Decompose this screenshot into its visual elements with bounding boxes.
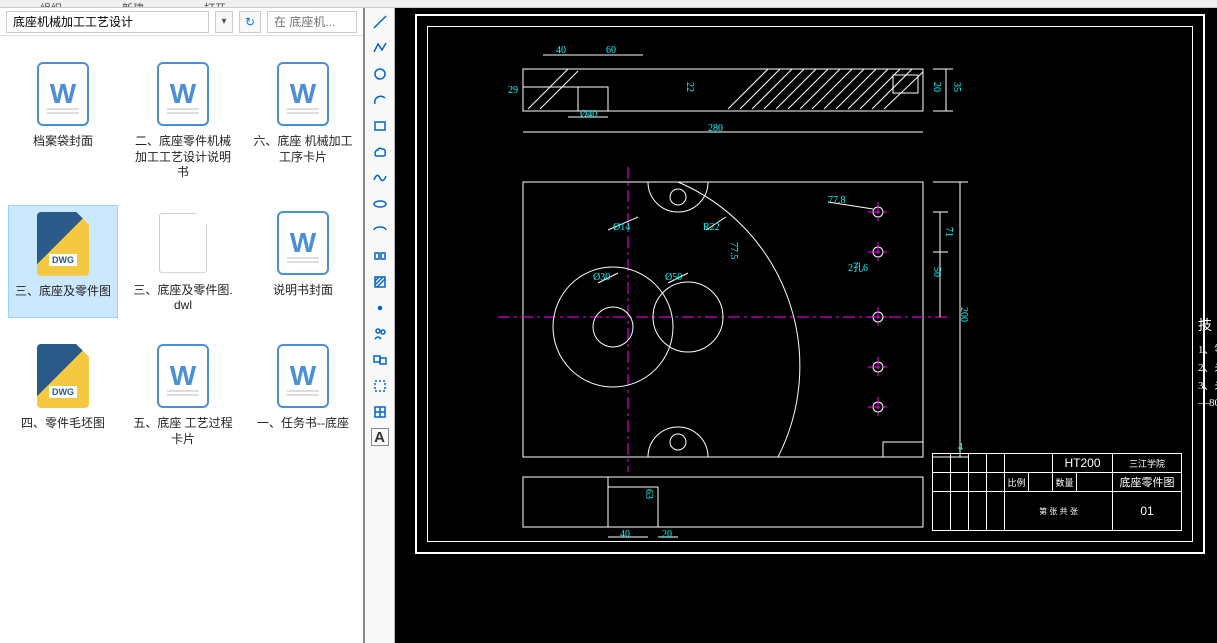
- dim-text: 22: [684, 82, 695, 92]
- file-item[interactable]: 六、底座 机械加工工序卡片: [248, 56, 358, 185]
- dim-text: 60: [606, 45, 616, 56]
- dim-text: Ø50: [665, 272, 682, 283]
- ellipse-tool-icon[interactable]: [368, 194, 392, 214]
- drawing-border: 40 60 29 Ø40 280 22 20 35 Ø14 R22 Ø30 Ø5…: [427, 26, 1193, 542]
- file-label: 一、任务书--底座: [257, 416, 349, 432]
- drawing-frame: 40 60 29 Ø40 280 22 20 35 Ø14 R22 Ø30 Ø5…: [415, 14, 1205, 554]
- file-item[interactable]: 三、底座及零件图: [8, 205, 118, 318]
- text-tool-icon[interactable]: A: [371, 428, 389, 446]
- tech-req-line: 1、零件加工表面上不应有锈蚀；: [1198, 342, 1217, 360]
- dim-text: 20: [662, 529, 672, 540]
- file-label: 六、底座 机械加工工序卡片: [253, 134, 353, 165]
- file-item[interactable]: 三、底座及零件图.dwl: [128, 205, 238, 318]
- file-label: 说明书封面: [273, 283, 333, 299]
- hatch-tool-icon[interactable]: [368, 272, 392, 292]
- file-item[interactable]: 二、底座零件机械加工工艺设计说明书: [128, 56, 238, 185]
- ribbon-tab[interactable]: 新建: [122, 0, 144, 8]
- dim-text: 50: [931, 267, 942, 277]
- cad-tool-strip: A: [365, 8, 395, 643]
- word-file-icon: [35, 60, 91, 128]
- word-file-icon: [275, 209, 331, 277]
- file-label: 四、零件毛坯图: [21, 416, 105, 432]
- rect-tool-icon[interactable]: [368, 116, 392, 136]
- title-block: HT200 三江学院 比例 数量 底座零件图 第 张 共 张 0: [932, 453, 1182, 531]
- file-explorer-panel: ▾ ↻ 档案袋封面 二、底座零件机械加工工艺设计说明书六、底座 机械加工工序卡片三…: [0, 8, 365, 643]
- dim-text: 280: [708, 123, 723, 134]
- ellipse-arc-tool-icon[interactable]: [368, 220, 392, 240]
- cloud-tool-icon[interactable]: [368, 142, 392, 162]
- ribbon-tab[interactable]: 打开: [204, 0, 226, 8]
- tech-req-title: 技 术 要 求: [1198, 316, 1217, 338]
- block-tool-icon[interactable]: [368, 246, 392, 266]
- material-text: HT200: [1053, 454, 1113, 472]
- dim-text: 71: [943, 227, 954, 237]
- dim-text: 200: [958, 307, 969, 322]
- path-dropdown[interactable]: ▾: [215, 11, 233, 33]
- file-item[interactable]: 四、零件毛坯图: [8, 338, 118, 451]
- dim-text: 2孔6: [848, 259, 868, 274]
- refresh-button[interactable]: ↻: [239, 11, 261, 33]
- tech-req-line: 3、未注明形状公差应符合GB1184—80的要求。: [1198, 378, 1217, 413]
- cad-viewport[interactable]: 40 60 29 Ø40 280 22 20 35 Ø14 R22 Ø30 Ø5…: [395, 8, 1217, 643]
- file-item[interactable]: 说明书封面: [248, 205, 358, 318]
- word-file-icon: [155, 60, 211, 128]
- spline-tool-icon[interactable]: [368, 168, 392, 188]
- file-item[interactable]: 档案袋封面: [8, 56, 118, 185]
- dim-text: R22: [703, 222, 720, 233]
- ribbon-tabs: 组织 新建 打开: [0, 0, 1217, 8]
- arc-tool-icon[interactable]: [368, 90, 392, 110]
- file-label: 档案袋封面: [33, 134, 93, 150]
- dim-text: 77.5: [728, 242, 739, 260]
- dim-text: 4: [958, 442, 963, 453]
- file-grid: 档案袋封面 二、底座零件机械加工工艺设计说明书六、底座 机械加工工序卡片三、底座及…: [0, 36, 363, 643]
- people-tool-icon[interactable]: [368, 324, 392, 344]
- part-name-text: 底座零件图: [1113, 473, 1181, 491]
- dim-text: 20: [931, 82, 942, 92]
- blank-file-icon: [155, 209, 211, 277]
- file-label: 五、底座 工艺过程卡片: [133, 416, 233, 447]
- file-label: 三、底座及零件图: [15, 284, 111, 300]
- dim-text: Ø40: [580, 109, 597, 120]
- file-label: 二、底座零件机械加工工艺设计说明书: [133, 134, 233, 181]
- technical-requirements: 技 术 要 求 1、零件加工表面上不应有锈蚀； 2、未注明圆角均为R3； 3、未…: [1198, 316, 1217, 413]
- address-bar: ▾ ↻: [0, 8, 363, 36]
- file-item[interactable]: 一、任务书--底座: [248, 338, 358, 451]
- dim-text: 29: [508, 85, 518, 96]
- point-tool-icon[interactable]: [368, 298, 392, 318]
- word-file-icon: [275, 60, 331, 128]
- tech-req-line: 2、未注明圆角均为R3；: [1198, 360, 1217, 378]
- ribbon-tab[interactable]: 组织: [40, 0, 62, 8]
- region-tool-icon[interactable]: [368, 350, 392, 370]
- path-input[interactable]: [6, 11, 209, 33]
- line-tool-icon[interactable]: [368, 12, 392, 32]
- dim-text: Ø30: [593, 272, 610, 283]
- dim-text: 35: [951, 82, 962, 92]
- dim-text: 77.8: [828, 195, 846, 206]
- grid-tool-icon[interactable]: [368, 402, 392, 422]
- file-item[interactable]: 五、底座 工艺过程卡片: [128, 338, 238, 451]
- school-text: 三江学院: [1113, 454, 1181, 472]
- dim-text: Ø14: [613, 222, 630, 233]
- dwg-file-icon: [35, 210, 91, 278]
- polyline-tool-icon[interactable]: [368, 38, 392, 58]
- word-file-icon: [155, 342, 211, 410]
- dim-text: 40: [620, 529, 630, 540]
- dwg-file-icon: [35, 342, 91, 410]
- file-label: 三、底座及零件图.dwl: [133, 283, 233, 314]
- bound-tool-icon[interactable]: [368, 376, 392, 396]
- dim-text: 40: [556, 45, 566, 56]
- search-input[interactable]: [267, 11, 357, 33]
- word-file-icon: [275, 342, 331, 410]
- drawing-number: 01: [1113, 492, 1181, 530]
- circle-tool-icon[interactable]: [368, 64, 392, 84]
- dim-text: 63: [643, 489, 654, 499]
